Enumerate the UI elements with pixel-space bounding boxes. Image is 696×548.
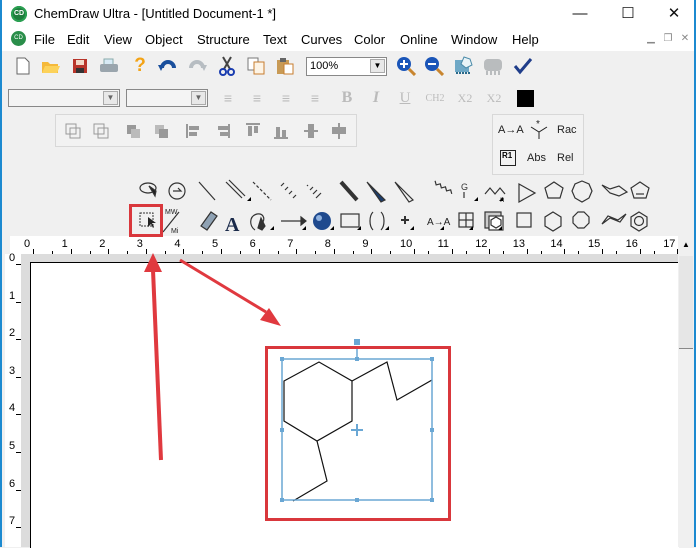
chemdraw-window: CD ChemDraw Ultra - [Untitled Document-1… bbox=[0, 0, 696, 548]
annotation-arrows bbox=[144, 253, 281, 461]
vertical-scrollbar[interactable]: ▲ bbox=[678, 236, 694, 547]
scroll-thumb[interactable] bbox=[679, 256, 693, 349]
scroll-up-button[interactable]: ▲ bbox=[678, 236, 694, 254]
marquee-highlight bbox=[129, 204, 163, 237]
structure-highlight bbox=[265, 346, 451, 521]
chevron-up-icon: ▲ bbox=[682, 240, 690, 249]
